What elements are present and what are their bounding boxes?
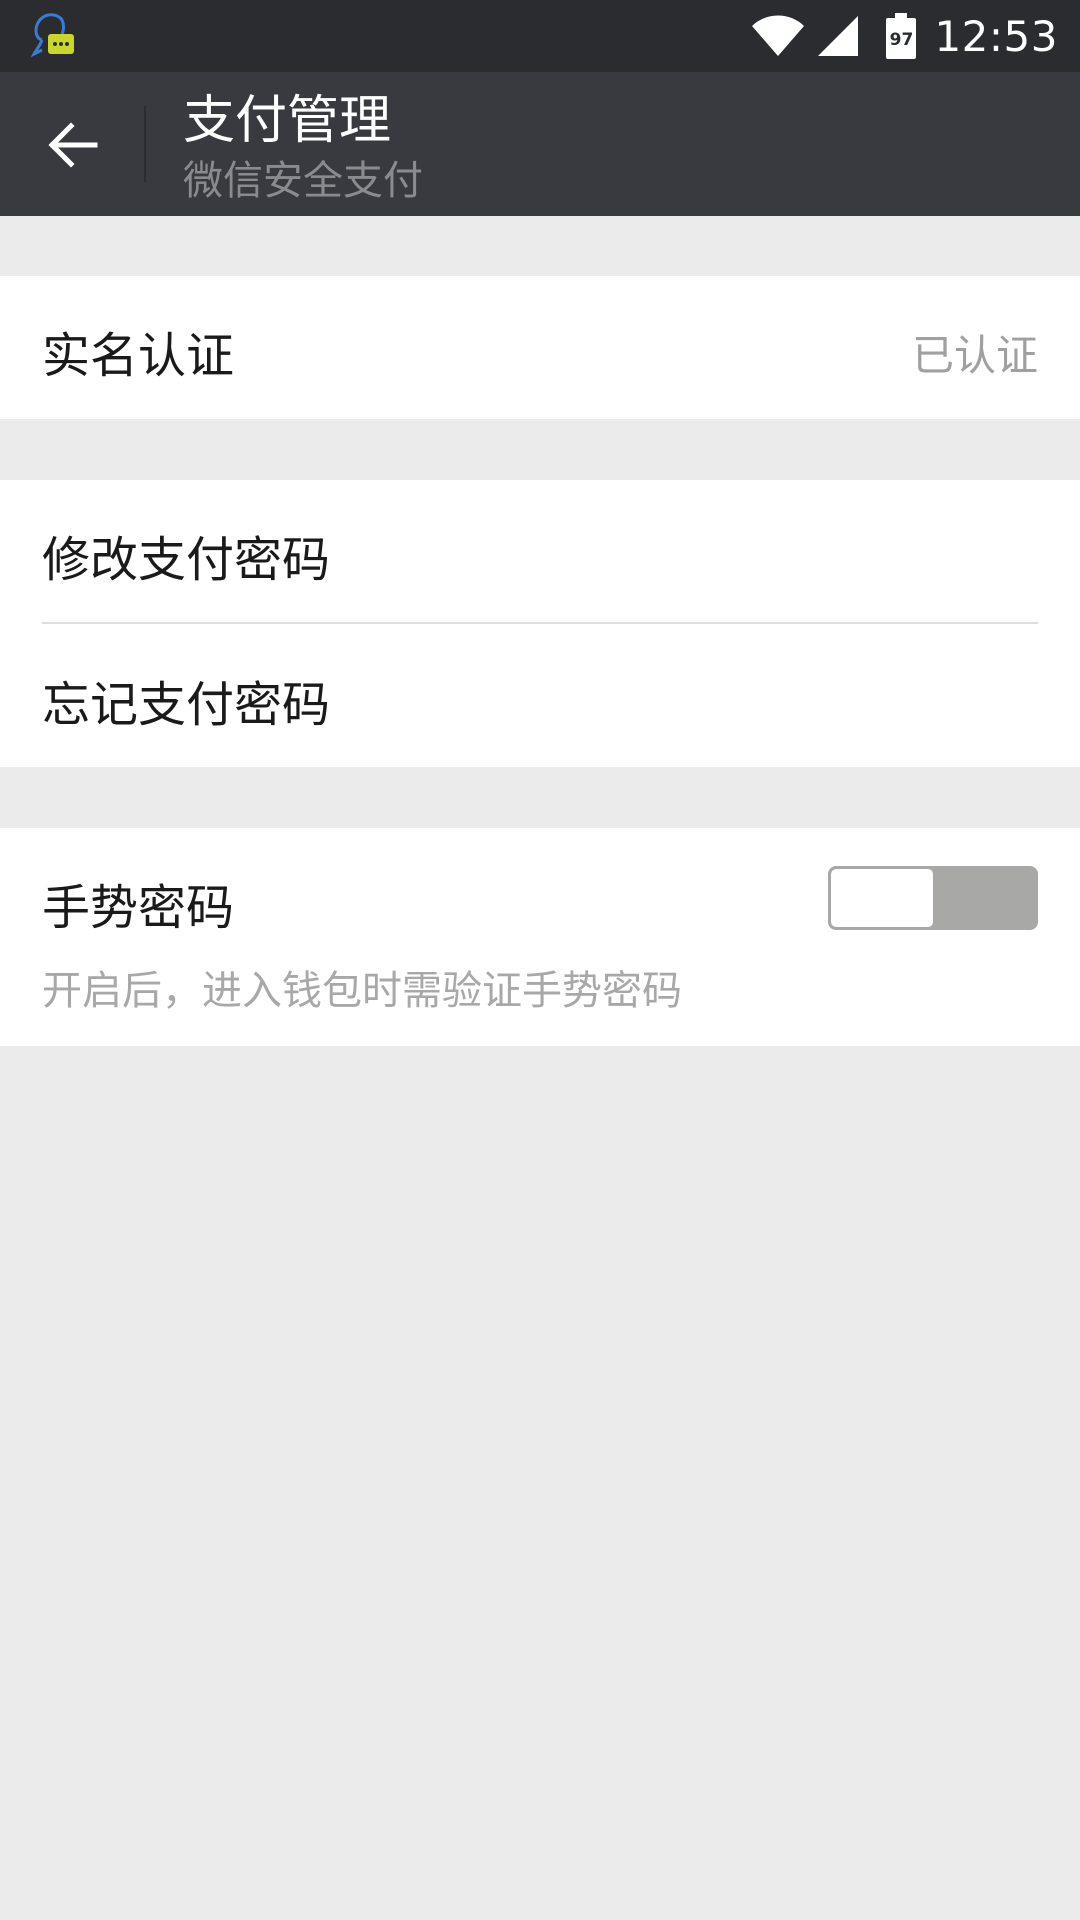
gesture-password-label: 手势密码 [42,880,235,936]
back-button[interactable] [28,100,118,190]
change-password-label: 修改支付密码 [42,532,331,588]
status-time: 12:53 [934,11,1058,61]
battery-level: 97 [889,30,914,50]
page-title: 支付管理 [183,91,392,151]
status-bar: 97 12:53 [0,0,1080,72]
real-name-verification-row[interactable]: 实名认证 已认证 [0,276,1080,419]
cell-signal-icon [818,16,859,56]
forgot-password-label: 忘记支付密码 [42,677,331,733]
title-bar: 支付管理 微信安全支付 [0,72,1080,216]
qq-notification-icon [30,13,74,58]
change-password-row[interactable]: 修改支付密码 [0,480,1080,623]
forgot-password-row[interactable]: 忘记支付密码 [0,623,1080,767]
gesture-password-toggle[interactable] [828,866,1038,930]
gesture-section: 手势密码 开启后，进入钱包时需验证手势密码 [0,828,1080,1046]
page-subtitle: 微信安全支付 [183,158,423,204]
gesture-password-description: 开启后，进入钱包时需验证手势密码 [42,968,682,1014]
verification-section: 实名认证 已认证 [0,276,1080,419]
arrow-left-icon [48,122,98,168]
battery-icon: 97 [886,13,917,59]
password-section: 修改支付密码 忘记支付密码 [0,480,1080,767]
verification-status: 已认证 [911,331,1038,380]
real-name-verification-label: 实名认证 [42,328,235,384]
toggle-knob [831,869,933,927]
title-divider [144,106,146,182]
wifi-icon [752,15,805,56]
